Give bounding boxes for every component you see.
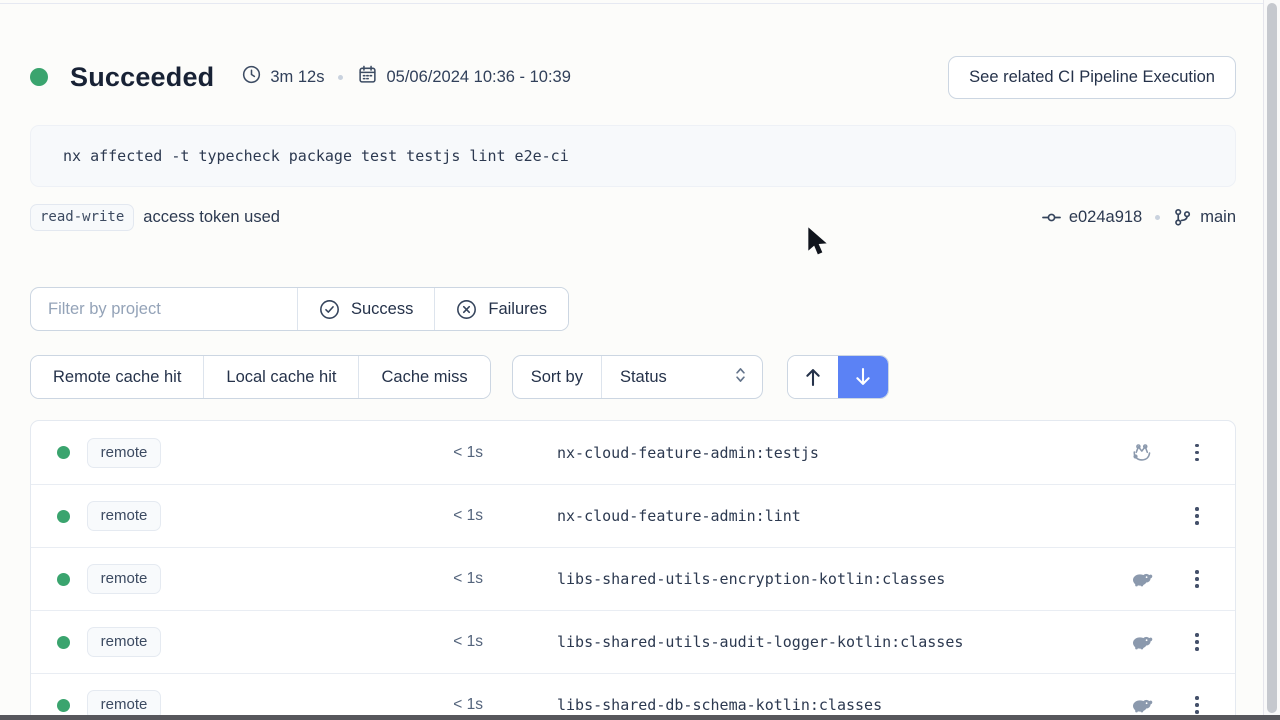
task-name: nx-cloud-feature-admin:testjs	[557, 444, 819, 462]
branch-icon	[1173, 208, 1192, 227]
task-duration: < 1s	[161, 444, 483, 462]
jest-icon	[1129, 441, 1155, 465]
cache-source-badge: remote	[87, 438, 161, 468]
sort-select[interactable]: Status	[601, 356, 762, 398]
bottom-window-edge	[0, 715, 1280, 720]
task-status-dot	[57, 446, 70, 459]
separator-dot	[338, 75, 343, 80]
filter-failures-label: Failures	[488, 300, 547, 319]
sort-by-label: Sort by	[513, 356, 601, 398]
access-token-text: access token used	[143, 208, 280, 227]
sort-group: Sort by Status	[512, 355, 763, 399]
task-duration: < 1s	[161, 570, 483, 588]
separator-dot	[1155, 215, 1160, 220]
commit-hash: e024a918	[1069, 208, 1142, 227]
see-related-ci-pipeline-button[interactable]: See related CI Pipeline Execution	[948, 56, 1236, 99]
commit-link[interactable]: e024a918	[1042, 208, 1142, 227]
access-token-badge: read-write	[30, 204, 134, 231]
task-status-dot	[57, 699, 70, 712]
command-text: nx affected -t typecheck package test te…	[63, 147, 569, 165]
task-status-dot	[57, 573, 70, 586]
task-duration: < 1s	[161, 696, 483, 714]
task-status-dot	[57, 510, 70, 523]
sort-descending-button[interactable]	[838, 356, 888, 398]
task-row[interactable]: remote < 1s libs-shared-utils-audit-logg…	[31, 610, 1235, 673]
gradle-icon	[1129, 570, 1155, 588]
task-name: libs-shared-utils-audit-logger-kotlin:cl…	[557, 633, 963, 651]
clock-icon	[242, 65, 261, 89]
commit-icon	[1042, 208, 1061, 227]
token-row: read-write access token used e024a918 ma…	[30, 202, 1236, 233]
cache-filter-group: Remote cache hit Local cache hit Cache m…	[30, 355, 491, 399]
cache-source-badge: remote	[87, 501, 161, 531]
filter-group: Success Failures	[30, 287, 569, 331]
branch-name: main	[1200, 208, 1236, 227]
remote-cache-hit-button[interactable]: Remote cache hit	[31, 356, 203, 398]
task-duration: < 1s	[161, 633, 483, 651]
arrow-down-icon	[853, 366, 873, 388]
row-menu-button[interactable]	[1185, 440, 1209, 466]
x-circle-icon	[456, 299, 477, 320]
toolbar-row: Remote cache hit Local cache hit Cache m…	[30, 355, 1236, 399]
gradle-icon	[1129, 696, 1155, 714]
scrollbar-track[interactable]	[1263, 0, 1280, 720]
run-status-header: Succeeded 3m 12s 05/06/2024 10:36 - 10:3…	[30, 55, 1236, 99]
task-list: remote < 1s nx-cloud-feature-admin:testj…	[30, 420, 1236, 720]
arrow-up-icon	[803, 366, 823, 388]
filter-success-button[interactable]: Success	[297, 288, 434, 330]
row-menu-button[interactable]	[1185, 629, 1209, 655]
row-menu-button[interactable]	[1185, 692, 1209, 718]
task-name: libs-shared-db-schema-kotlin:classes	[557, 696, 882, 714]
task-name: nx-cloud-feature-admin:lint	[557, 507, 801, 525]
task-name: libs-shared-utils-encryption-kotlin:clas…	[557, 570, 945, 588]
page-title: Succeeded	[70, 62, 214, 93]
filter-row: Success Failures	[30, 287, 1236, 331]
gradle-icon	[1129, 633, 1155, 651]
filter-failures-button[interactable]: Failures	[434, 288, 568, 330]
status-dot	[30, 68, 48, 86]
command-box: nx affected -t typecheck package test te…	[30, 125, 1236, 187]
task-row[interactable]: remote < 1s libs-shared-db-schema-kotlin…	[31, 673, 1235, 720]
task-row[interactable]: remote < 1s nx-cloud-feature-admin:lint	[31, 484, 1235, 547]
task-row[interactable]: remote < 1s nx-cloud-feature-admin:testj…	[31, 421, 1235, 484]
local-cache-hit-button[interactable]: Local cache hit	[203, 356, 358, 398]
cache-source-badge: remote	[87, 564, 161, 594]
task-row[interactable]: remote < 1s libs-shared-utils-encryption…	[31, 547, 1235, 610]
calendar-icon	[358, 65, 377, 89]
sort-direction-group	[787, 355, 889, 399]
filter-project-input[interactable]	[31, 288, 297, 330]
sort-ascending-button[interactable]	[788, 356, 838, 398]
row-menu-button[interactable]	[1185, 503, 1209, 529]
cache-source-badge: remote	[87, 627, 161, 657]
row-menu-button[interactable]	[1185, 566, 1209, 592]
task-status-dot	[57, 636, 70, 649]
task-duration: < 1s	[161, 507, 483, 525]
sort-select-value: Status	[620, 368, 667, 387]
date-range: 05/06/2024 10:36 - 10:39	[386, 68, 570, 87]
chevron-up-down-icon	[733, 366, 748, 389]
pipeline-execution-page: Succeeded 3m 12s 05/06/2024 10:36 - 10:3…	[30, 0, 1236, 720]
check-circle-icon	[319, 299, 340, 320]
cache-miss-button[interactable]: Cache miss	[358, 356, 489, 398]
duration-text: 3m 12s	[270, 68, 324, 87]
filter-success-label: Success	[351, 300, 413, 319]
scrollbar-thumb[interactable]	[1267, 3, 1277, 713]
branch-link[interactable]: main	[1173, 208, 1236, 227]
